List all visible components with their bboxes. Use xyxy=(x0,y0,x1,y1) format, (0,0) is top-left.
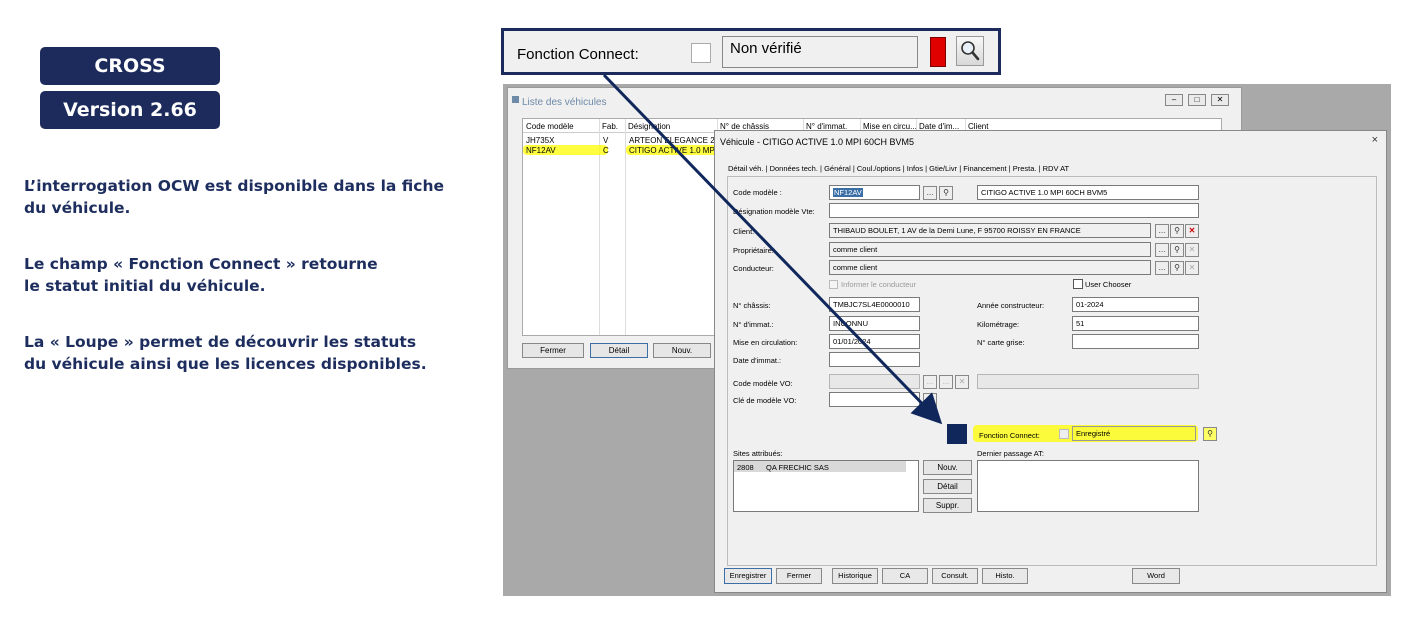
callout-arrow xyxy=(602,73,943,425)
